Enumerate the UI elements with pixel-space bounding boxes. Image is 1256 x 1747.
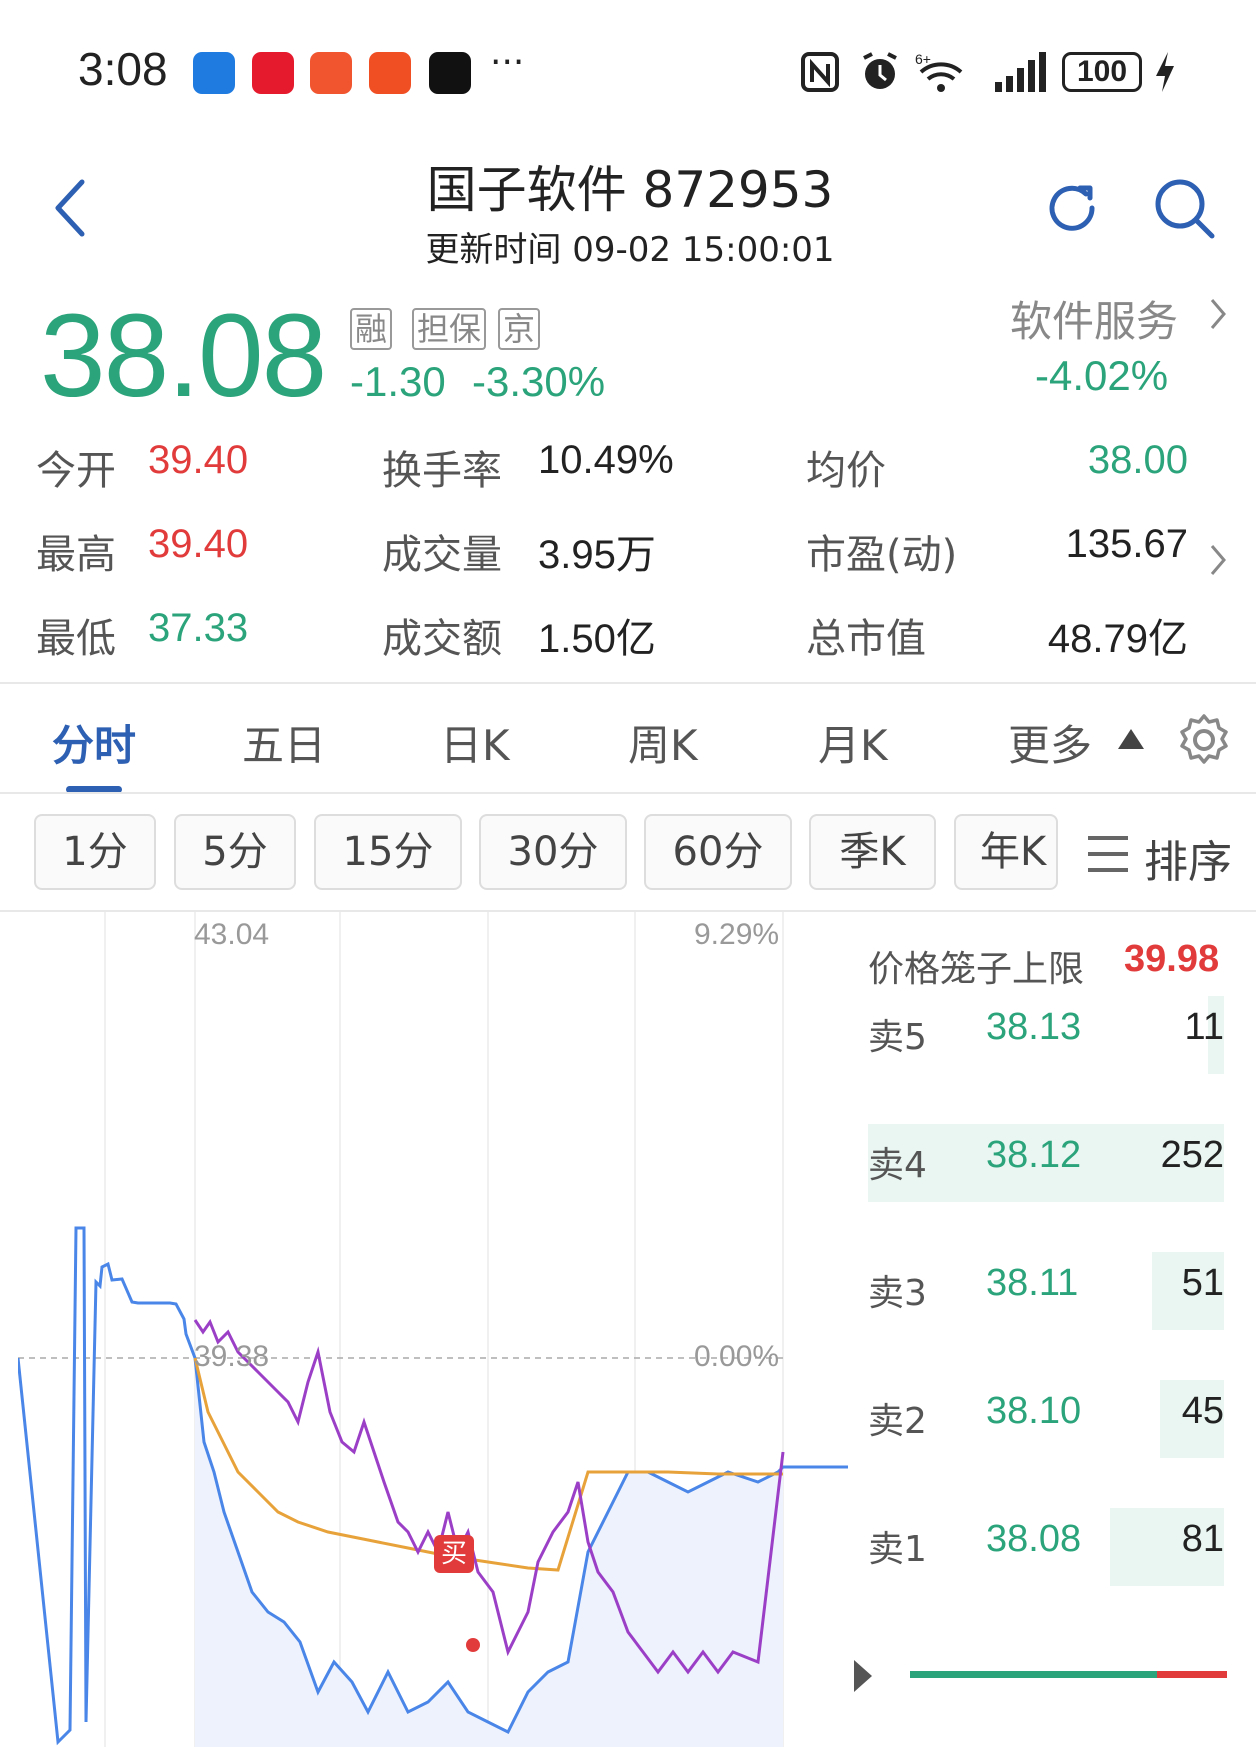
stock-title: 国子软件 872953	[426, 161, 834, 219]
app-notification-icon	[193, 52, 235, 94]
ask-price[interactable]: 38.13	[986, 1006, 1081, 1049]
margin-tag: 融	[350, 308, 393, 350]
nfc-icon	[801, 52, 839, 92]
stat-label: 成交量	[382, 532, 502, 578]
sector-link[interactable]: 软件服务	[1010, 288, 1178, 349]
price-change: -1.30	[350, 358, 446, 405]
stat-label: 最低	[36, 616, 116, 662]
stat-label: 最高	[36, 532, 116, 578]
period-5m[interactable]: 5分	[174, 814, 296, 890]
price-cage-value: 39.98	[1124, 938, 1220, 980]
ask-price[interactable]: 38.08	[986, 1518, 1081, 1561]
stat-value: 1.50亿	[538, 617, 656, 661]
ask-level-label: 卖3	[868, 1273, 927, 1314]
buy-point	[466, 1638, 480, 1652]
tab-weekly-k[interactable]: 周K	[628, 712, 698, 773]
buy-ratio-bar	[1157, 1671, 1227, 1678]
wifi-icon: 6+	[915, 51, 963, 92]
stat-value: 37.33	[148, 606, 249, 650]
ask-price[interactable]: 38.12	[986, 1134, 1081, 1177]
period-30m[interactable]: 30分	[479, 814, 627, 890]
stat-label: 换手率	[382, 448, 502, 494]
ask-volume: 51	[1181, 1262, 1224, 1304]
current-price: 38.08	[40, 290, 327, 422]
sort-label[interactable]: 排序	[1144, 826, 1232, 890]
stat-value: 38.00	[1087, 438, 1188, 482]
buy-marker: 买	[434, 1535, 474, 1573]
chart-mid-pct: 0.00%	[694, 1340, 780, 1373]
chart-top-pct: 9.29%	[694, 918, 780, 951]
sell-ratio-bar	[910, 1671, 1157, 1678]
search-icon[interactable]	[1152, 176, 1220, 240]
stat-value: 39.40	[148, 438, 249, 482]
tab-daily-k[interactable]: 日K	[440, 712, 510, 773]
pe-chevron-icon[interactable]	[1206, 540, 1230, 580]
period-year-k[interactable]: 年K	[954, 814, 1058, 890]
ask-volume: 252	[1160, 1134, 1224, 1176]
tab-more[interactable]: 更多	[1008, 712, 1092, 773]
chevron-right-icon[interactable]	[1206, 294, 1230, 334]
app-notification-icon	[369, 52, 411, 94]
app-notification-icon	[310, 52, 352, 94]
ask-level-label: 卖1	[868, 1529, 927, 1570]
back-icon[interactable]	[48, 176, 92, 240]
period-15m[interactable]: 15分	[314, 814, 462, 890]
battery-icon: 100	[1062, 52, 1142, 92]
stat-label: 总市值	[806, 616, 926, 662]
order-book: 价格笼子上限 39.98 卖5 38.13 11 卖4 38.12 252 卖3 38.11 5…	[850, 912, 1256, 1747]
ask-price[interactable]: 38.10	[986, 1390, 1081, 1433]
stat-label: 均价	[806, 448, 886, 494]
gear-icon[interactable]	[1176, 712, 1232, 768]
stat-label: 今开	[36, 448, 116, 494]
stat-value: 135.67	[1065, 522, 1188, 566]
stat-label: 市盈(动)	[806, 532, 958, 578]
update-time: 更新时间 09-02 15:00:01	[425, 230, 835, 270]
exchange-tag: 京	[498, 308, 541, 350]
chart-mid-price: 39.38	[194, 1340, 270, 1373]
sort-icon[interactable]	[1084, 832, 1132, 876]
stat-value: 48.79亿	[1047, 617, 1188, 661]
app-notification-icon	[252, 52, 294, 94]
charging-icon	[1156, 52, 1174, 92]
period-1m[interactable]: 1分	[34, 814, 156, 890]
chart-top-price: 43.04	[194, 918, 270, 951]
ask-volume: 11	[1184, 1006, 1224, 1048]
intraday-chart[interactable]	[18, 912, 848, 1747]
guarantee-tag: 担保	[412, 308, 487, 350]
sector-change: -4.02%	[1035, 352, 1169, 399]
ask-level-label: 卖2	[868, 1401, 927, 1442]
caret-up-icon[interactable]	[1116, 726, 1146, 752]
price-change-pct: -3.30%	[472, 358, 606, 405]
ask-volume: 45	[1181, 1390, 1224, 1432]
tab-five-day[interactable]: 五日	[242, 712, 326, 773]
price-cage-label: 价格笼子上限	[868, 949, 1085, 990]
stat-value: 39.40	[148, 522, 249, 566]
tab-monthly-k[interactable]: 月K	[818, 712, 888, 773]
tiktok-icon	[429, 52, 471, 94]
alarm-icon	[863, 52, 897, 89]
ask-level-label: 卖5	[868, 1017, 927, 1058]
expand-icon[interactable]	[850, 1656, 876, 1696]
ask-level-label: 卖4	[868, 1145, 927, 1186]
svg-text:6+: 6+	[915, 51, 931, 67]
status-time: 3:08	[78, 43, 168, 95]
stat-label: 成交额	[382, 616, 502, 662]
stat-value: 3.95万	[538, 533, 656, 577]
ask-price[interactable]: 38.11	[986, 1262, 1078, 1305]
stat-value: 10.49%	[538, 438, 674, 482]
signal-icon	[995, 52, 1046, 92]
period-60m[interactable]: 60分	[644, 814, 792, 890]
more-notifications-icon: ···	[490, 42, 525, 83]
tab-intraday[interactable]: 分时	[52, 712, 136, 773]
period-quarter-k[interactable]: 季K	[809, 814, 936, 890]
ask-volume: 81	[1181, 1518, 1224, 1560]
refresh-icon[interactable]	[1040, 176, 1104, 240]
